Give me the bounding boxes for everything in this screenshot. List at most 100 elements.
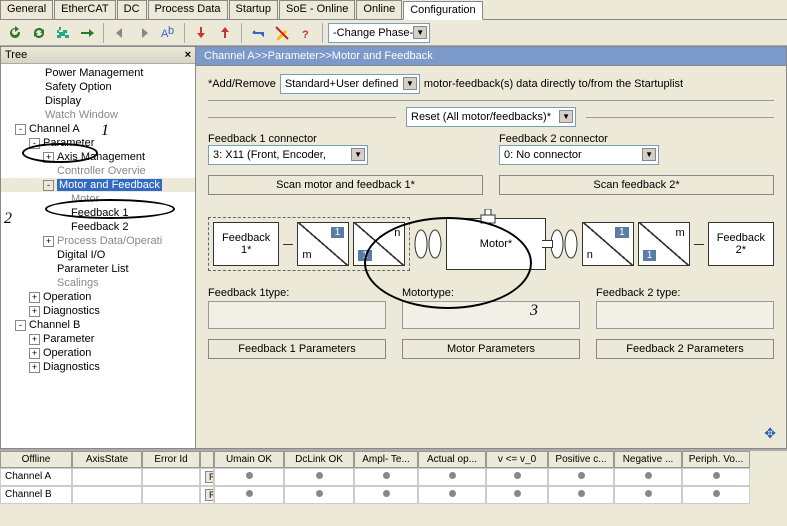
tab-startup[interactable]: Startup	[229, 0, 278, 19]
tree-node-label: Channel A	[29, 123, 80, 135]
tree-node[interactable]: +Operation	[1, 290, 195, 304]
grid-header[interactable]: Actual op...	[418, 451, 486, 468]
tab-dc[interactable]: DC	[117, 0, 147, 19]
motor-params-button[interactable]: Motor Parameters	[402, 339, 580, 359]
accept-icon[interactable]	[247, 22, 269, 44]
tab-processdata[interactable]: Process Data	[148, 0, 228, 19]
upload-icon[interactable]	[214, 22, 236, 44]
tree-expand-icon[interactable]: +	[29, 306, 40, 317]
tree-expand-icon[interactable]: +	[29, 348, 40, 359]
tree-node[interactable]: -Motor and Feedback	[1, 178, 195, 192]
fb2-params-button[interactable]: Feedback 2 Parameters	[596, 339, 774, 359]
tab-ethercat[interactable]: EtherCAT	[54, 0, 115, 19]
grid-header[interactable]: AxisState	[72, 451, 142, 468]
grid-row[interactable]: Channel AR	[0, 468, 787, 486]
fb1-ratio-m: m	[302, 249, 311, 261]
tree-node-label: Operation	[43, 347, 91, 359]
tree-expand-icon[interactable]: -	[15, 124, 26, 135]
tree-node[interactable]: Power Management	[1, 66, 195, 80]
grid-header[interactable]: Offline	[0, 451, 72, 468]
tab-soe-online[interactable]: SoE - Online	[279, 0, 355, 19]
scan-fb2-button[interactable]: Scan feedback 2*	[499, 175, 774, 195]
change-phase-combo[interactable]: -Change Phase-	[328, 23, 430, 43]
grid-header[interactable]: Error Id	[142, 451, 200, 468]
reset-combo-button[interactable]: Reset (All motor/feedbacks)*	[406, 107, 576, 127]
tree-expand-icon[interactable]: +	[43, 236, 54, 247]
change-phase-label: -Change Phase-	[333, 27, 413, 39]
back-icon[interactable]	[109, 22, 131, 44]
tree-expand-icon[interactable]: -	[15, 320, 26, 331]
tree-node[interactable]: Parameter List	[1, 262, 195, 276]
tree-expand-icon[interactable]: +	[29, 362, 40, 373]
tree-node[interactable]: +Operation	[1, 346, 195, 360]
grid-header[interactable]: Positive c...	[548, 451, 614, 468]
tree-expand-icon[interactable]: +	[29, 292, 40, 303]
tree-node[interactable]: Safety Option	[1, 80, 195, 94]
grid-cell: Channel B	[0, 486, 72, 504]
grid-header[interactable]: v <= v_0	[486, 451, 548, 468]
tree-node-label: Axis Management	[57, 151, 145, 163]
fb1-conn-combo[interactable]: 3: X11 (Front, Encoder,	[208, 145, 368, 165]
addremove-combo[interactable]: Standard+User defined	[280, 74, 420, 94]
grid-cell	[72, 468, 142, 486]
tab-general[interactable]: General	[0, 0, 53, 19]
tree-node[interactable]: +Diagnostics	[1, 304, 195, 318]
grid-row[interactable]: Channel BR	[0, 486, 787, 504]
tree-node[interactable]: +Process Data/Operati	[1, 234, 195, 248]
refresh-icon[interactable]	[4, 22, 26, 44]
tree-node[interactable]: Feedback 2	[1, 220, 195, 234]
scan-motor-fb1-button[interactable]: Scan motor and feedback 1*	[208, 175, 483, 195]
grid-header[interactable]: Periph. Vo...	[682, 451, 750, 468]
tree-node[interactable]: +Parameter	[1, 332, 195, 346]
feedback1-block[interactable]: Feedback 1*	[213, 222, 279, 266]
tree-node[interactable]: +Axis Management	[1, 150, 195, 164]
tree-node[interactable]: -Channel A	[1, 122, 195, 136]
find-ab-icon[interactable]: Ab	[157, 22, 179, 44]
download-icon[interactable]	[190, 22, 212, 44]
grid-cell	[614, 468, 682, 486]
tree-node[interactable]: +Diagnostics	[1, 360, 195, 374]
grid-header[interactable]: DcLink OK	[284, 451, 354, 468]
tree-node[interactable]: Controller Overvie	[1, 164, 195, 178]
breadcrumb: Channel A>>Parameter>>Motor and Feedback	[196, 47, 786, 66]
tree-expand-icon[interactable]: +	[43, 152, 54, 163]
fb1-params-button[interactable]: Feedback 1 Parameters	[208, 339, 386, 359]
help-icon[interactable]: ?	[295, 22, 317, 44]
feedback2-block[interactable]: Feedback 2*	[708, 222, 774, 266]
status-grid: OfflineAxisStateError Id Umain OKDcLink O…	[0, 449, 787, 504]
tree-node[interactable]: Digital I/O	[1, 248, 195, 262]
goto-icon[interactable]	[76, 22, 98, 44]
tree-node[interactable]: Watch Window	[1, 108, 195, 122]
tree-node-label: Display	[45, 95, 81, 107]
motor-block[interactable]: Motor*	[446, 218, 546, 270]
tree-node-label: Power Management	[45, 67, 143, 79]
forward-icon[interactable]	[133, 22, 155, 44]
grid-header[interactable]	[200, 451, 214, 468]
tree-node[interactable]: Display	[1, 94, 195, 108]
tree-struct-icon[interactable]	[52, 22, 74, 44]
tree-close-icon[interactable]: ×	[185, 49, 191, 61]
tree-expand-icon[interactable]: -	[29, 138, 40, 149]
cancel-pencil-icon[interactable]	[271, 22, 293, 44]
feedback1-block-label: Feedback 1*	[222, 232, 270, 256]
tree-node[interactable]: Feedback 1	[1, 206, 195, 220]
tree-expand-icon[interactable]: +	[29, 334, 40, 345]
fb2-ratio-num-top: 1	[615, 227, 629, 238]
move-anchor-icon[interactable]: ✥	[764, 425, 776, 442]
refresh-all-icon[interactable]	[28, 22, 50, 44]
grid-cell	[614, 486, 682, 504]
tree-node[interactable]: -Parameter	[1, 136, 195, 150]
tree-node[interactable]: Motor	[1, 192, 195, 206]
grid-header[interactable]: Umain OK	[214, 451, 284, 468]
grid-header[interactable]: Negative ...	[614, 451, 682, 468]
tree-expand-icon[interactable]: -	[43, 180, 54, 191]
fb2-conn-combo[interactable]: 0: No connector	[499, 145, 659, 165]
tree-node-label: Feedback 2	[71, 221, 128, 233]
tab-configuration[interactable]: Configuration	[403, 1, 482, 20]
tree-node[interactable]: -Channel B	[1, 318, 195, 332]
tree-node[interactable]: Scalings	[1, 276, 195, 290]
tab-online[interactable]: Online	[356, 0, 402, 19]
grid-header[interactable]: Ampl- Te...	[354, 451, 418, 468]
grid-cell	[284, 486, 354, 504]
tree-body[interactable]: Power ManagementSafety OptionDisplayWatc…	[1, 64, 195, 448]
